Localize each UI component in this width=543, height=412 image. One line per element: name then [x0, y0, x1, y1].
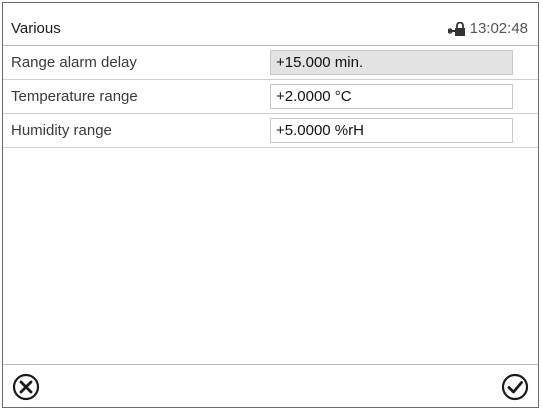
- setting-label: Humidity range: [11, 122, 112, 139]
- header-status: 13:02:48: [447, 20, 528, 37]
- clock-time: 13:02:48: [469, 20, 528, 37]
- confirm-icon: [500, 372, 530, 402]
- range-alarm-delay-field[interactable]: +15.000 min.: [270, 50, 513, 75]
- header-bar: Various 13:02:48: [3, 3, 538, 46]
- page-title: Various: [11, 20, 61, 37]
- setting-label: Range alarm delay: [11, 54, 137, 71]
- setting-row-range-alarm-delay: Range alarm delay +15.000 min.: [3, 46, 538, 80]
- setting-label: Temperature range: [11, 88, 138, 105]
- setting-row-temperature-range: Temperature range +2.0000 °C: [3, 80, 538, 114]
- confirm-button[interactable]: [500, 372, 530, 402]
- settings-window: Various 13:02:48 Range alarm delay +15.0…: [2, 2, 539, 408]
- cancel-icon: [11, 372, 41, 402]
- cancel-button[interactable]: [11, 372, 41, 402]
- temperature-range-field[interactable]: +2.0000 °C: [270, 84, 513, 109]
- footer-bar: [3, 364, 538, 407]
- setting-row-humidity-range: Humidity range +5.0000 %rH: [3, 114, 538, 148]
- humidity-range-field[interactable]: +5.0000 %rH: [270, 118, 513, 143]
- lock-icon: [447, 21, 466, 36]
